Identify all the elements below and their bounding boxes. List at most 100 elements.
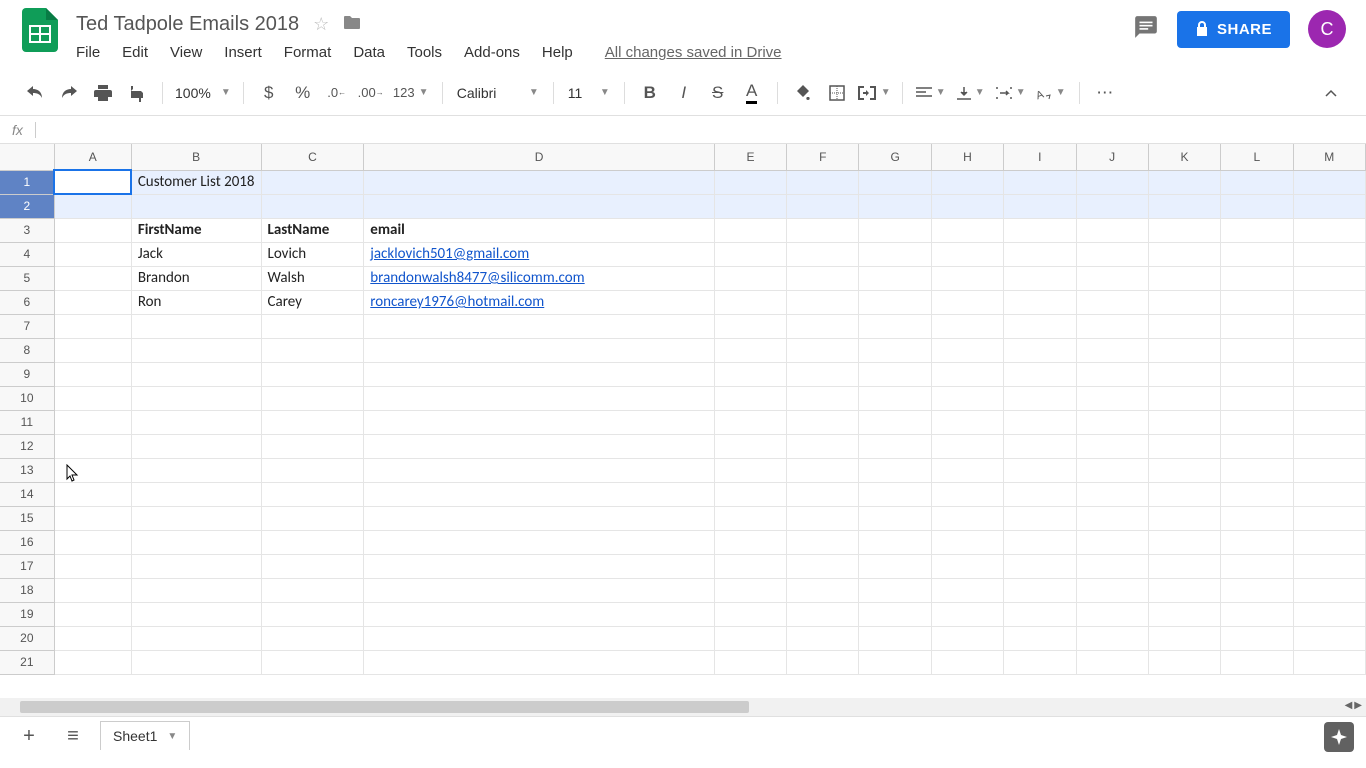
cell-F17[interactable] bbox=[787, 554, 859, 578]
cell-G18[interactable] bbox=[859, 578, 931, 602]
cell-L5[interactable] bbox=[1221, 266, 1293, 290]
cell-F19[interactable] bbox=[787, 602, 859, 626]
cell-D20[interactable] bbox=[364, 626, 715, 650]
add-sheet-button[interactable]: + bbox=[12, 722, 46, 752]
cell-G5[interactable] bbox=[859, 266, 931, 290]
cell-C1[interactable] bbox=[261, 170, 364, 194]
cell-B7[interactable] bbox=[131, 314, 261, 338]
dec-decrease-button[interactable]: .0← bbox=[322, 78, 352, 108]
cell-F8[interactable] bbox=[787, 338, 859, 362]
cell-K9[interactable] bbox=[1148, 362, 1220, 386]
cell-J2[interactable] bbox=[1076, 194, 1148, 218]
cell-F12[interactable] bbox=[787, 434, 859, 458]
cell-H18[interactable] bbox=[931, 578, 1003, 602]
cell-K1[interactable] bbox=[1148, 170, 1220, 194]
col-header-E[interactable]: E bbox=[714, 144, 786, 170]
cell-K19[interactable] bbox=[1148, 602, 1220, 626]
cell-C13[interactable] bbox=[261, 458, 364, 482]
cell-K17[interactable] bbox=[1148, 554, 1220, 578]
cell-B20[interactable] bbox=[131, 626, 261, 650]
cell-L13[interactable] bbox=[1221, 458, 1293, 482]
cell-E5[interactable] bbox=[714, 266, 786, 290]
cell-J15[interactable] bbox=[1076, 506, 1148, 530]
folder-icon[interactable] bbox=[343, 14, 361, 35]
cell-D4[interactable]: jacklovich501@gmail.com bbox=[364, 242, 715, 266]
cell-J10[interactable] bbox=[1076, 386, 1148, 410]
menu-format[interactable]: Format bbox=[284, 44, 332, 61]
cell-I14[interactable] bbox=[1004, 482, 1076, 506]
cell-E9[interactable] bbox=[714, 362, 786, 386]
cell-I7[interactable] bbox=[1004, 314, 1076, 338]
cell-M1[interactable] bbox=[1293, 170, 1365, 194]
menu-tools[interactable]: Tools bbox=[407, 44, 442, 61]
cell-D16[interactable] bbox=[364, 530, 715, 554]
row-header-18[interactable]: 18 bbox=[0, 578, 54, 602]
col-header-I[interactable]: I bbox=[1004, 144, 1076, 170]
cell-A20[interactable] bbox=[54, 626, 131, 650]
cell-M12[interactable] bbox=[1293, 434, 1365, 458]
cell-L19[interactable] bbox=[1221, 602, 1293, 626]
row-header-19[interactable]: 19 bbox=[0, 602, 54, 626]
col-header-B[interactable]: B bbox=[131, 144, 261, 170]
cell-L3[interactable] bbox=[1221, 218, 1293, 242]
cell-I3[interactable] bbox=[1004, 218, 1076, 242]
cell-I5[interactable] bbox=[1004, 266, 1076, 290]
print-button[interactable] bbox=[88, 78, 118, 108]
cell-E18[interactable] bbox=[714, 578, 786, 602]
cell-L2[interactable] bbox=[1221, 194, 1293, 218]
cell-G16[interactable] bbox=[859, 530, 931, 554]
cell-F5[interactable] bbox=[787, 266, 859, 290]
cell-C17[interactable] bbox=[261, 554, 364, 578]
cell-A2[interactable] bbox=[54, 194, 131, 218]
cell-D6[interactable]: roncarey1976@hotmail.com bbox=[364, 290, 715, 314]
cell-C20[interactable] bbox=[261, 626, 364, 650]
cell-D19[interactable] bbox=[364, 602, 715, 626]
cell-D13[interactable] bbox=[364, 458, 715, 482]
cell-G6[interactable] bbox=[859, 290, 931, 314]
cell-J17[interactable] bbox=[1076, 554, 1148, 578]
cell-K21[interactable] bbox=[1148, 650, 1220, 674]
cell-F21[interactable] bbox=[787, 650, 859, 674]
cell-C19[interactable] bbox=[261, 602, 364, 626]
cell-L12[interactable] bbox=[1221, 434, 1293, 458]
cell-J8[interactable] bbox=[1076, 338, 1148, 362]
cell-F15[interactable] bbox=[787, 506, 859, 530]
cell-L14[interactable] bbox=[1221, 482, 1293, 506]
borders-button[interactable] bbox=[822, 78, 852, 108]
cell-J14[interactable] bbox=[1076, 482, 1148, 506]
cell-C14[interactable] bbox=[261, 482, 364, 506]
cell-G20[interactable] bbox=[859, 626, 931, 650]
cell-L6[interactable] bbox=[1221, 290, 1293, 314]
col-header-A[interactable]: A bbox=[54, 144, 131, 170]
cell-B8[interactable] bbox=[131, 338, 261, 362]
cell-K12[interactable] bbox=[1148, 434, 1220, 458]
cell-H21[interactable] bbox=[931, 650, 1003, 674]
row-header-9[interactable]: 9 bbox=[0, 362, 54, 386]
cell-G12[interactable] bbox=[859, 434, 931, 458]
col-header-J[interactable]: J bbox=[1076, 144, 1148, 170]
cell-K2[interactable] bbox=[1148, 194, 1220, 218]
cell-D9[interactable] bbox=[364, 362, 715, 386]
rotate-button[interactable]: A▼ bbox=[1033, 78, 1069, 108]
cell-D5[interactable]: brandonwalsh8477@silicomm.com bbox=[364, 266, 715, 290]
cell-B6[interactable]: Ron bbox=[131, 290, 261, 314]
cell-L10[interactable] bbox=[1221, 386, 1293, 410]
cell-L1[interactable] bbox=[1221, 170, 1293, 194]
cell-M6[interactable] bbox=[1293, 290, 1365, 314]
redo-button[interactable] bbox=[54, 78, 84, 108]
cell-H2[interactable] bbox=[931, 194, 1003, 218]
cell-C5[interactable]: Walsh bbox=[261, 266, 364, 290]
cell-K10[interactable] bbox=[1148, 386, 1220, 410]
cell-M3[interactable] bbox=[1293, 218, 1365, 242]
cell-A12[interactable] bbox=[54, 434, 131, 458]
dec-increase-button[interactable]: .00→ bbox=[356, 78, 386, 108]
sheets-logo[interactable] bbox=[20, 10, 60, 50]
cell-J6[interactable] bbox=[1076, 290, 1148, 314]
chevron-down-icon[interactable]: ▼ bbox=[167, 731, 177, 742]
menu-addons[interactable]: Add-ons bbox=[464, 44, 520, 61]
cell-I8[interactable] bbox=[1004, 338, 1076, 362]
cell-J13[interactable] bbox=[1076, 458, 1148, 482]
cell-L9[interactable] bbox=[1221, 362, 1293, 386]
cell-K14[interactable] bbox=[1148, 482, 1220, 506]
cell-H20[interactable] bbox=[931, 626, 1003, 650]
